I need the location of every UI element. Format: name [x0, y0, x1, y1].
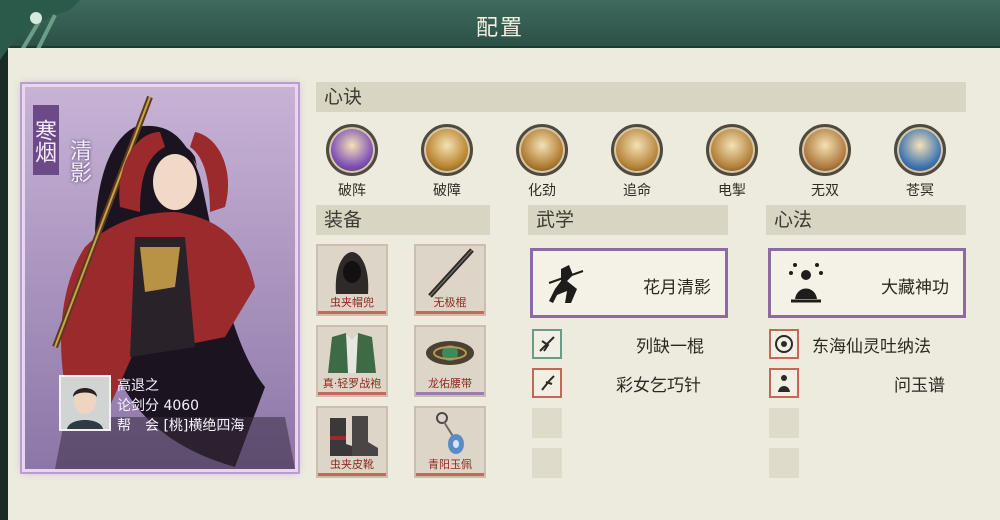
skill-label: 破障 — [433, 183, 461, 199]
wuxue-item-name[interactable]: 彩女乞巧针 — [616, 371, 701, 396]
wuxue-item-name[interactable]: 列缺一棍 — [636, 332, 704, 357]
section-header-xinfa: 心法 — [766, 205, 966, 235]
score-row: 论剑分 4060 — [117, 395, 199, 415]
robe-icon — [328, 333, 376, 373]
skill-label: 追命 — [623, 183, 651, 199]
figure-skill-icon — [778, 375, 790, 392]
xinfa-item-name[interactable]: 问玉谱 — [894, 371, 945, 396]
skill-label: 破阵 — [338, 183, 366, 199]
needle-skill-icon — [541, 375, 555, 391]
xinfa-empty-slot[interactable] — [769, 448, 799, 478]
xinfa-item-icon[interactable] — [769, 368, 799, 398]
title-bar: 配置 — [0, 0, 1000, 76]
lotus-icon — [775, 335, 793, 353]
section-header-wuxue: 武学 — [528, 205, 728, 235]
player-name: 高退之 — [117, 378, 159, 394]
hood-icon — [335, 252, 369, 294]
equip-slot-pendant[interactable]: 青阳玉佩 — [414, 406, 486, 478]
skill-slot[interactable]: 苍冥 — [888, 124, 952, 200]
skill-slot[interactable]: 破阵 — [320, 124, 384, 200]
avatar-icon — [61, 377, 109, 429]
skill-orb-icon — [516, 124, 568, 176]
guild-value: [桃]横绝四海 — [163, 418, 245, 434]
xinfa-main-name: 大藏神功 — [881, 278, 949, 298]
score-label: 论剑分 — [117, 398, 159, 414]
skill-orb-icon — [894, 124, 946, 176]
skill-orb-icon — [799, 124, 851, 176]
skill-label: 电掣 — [718, 183, 746, 199]
wuxue-item-icon[interactable] — [532, 368, 562, 398]
equip-slot-weapon[interactable]: 无极棍 — [414, 244, 486, 316]
score-value: 4060 — [163, 398, 200, 414]
section-header-equipment: 装备 — [316, 205, 490, 235]
avatar[interactable] — [59, 375, 111, 431]
martial-figure-icon — [548, 265, 584, 303]
wuxue-empty-slot[interactable] — [532, 448, 562, 478]
character-name-title: 寒烟 — [31, 105, 59, 175]
staff-icon — [428, 248, 474, 298]
skill-label: 无双 — [811, 183, 839, 199]
guild-row: 帮 会 [桃]横绝四海 — [117, 415, 244, 435]
player-info: 高退之 论剑分 4060 帮 会 [桃]横绝四海 — [59, 375, 289, 435]
equip-slot-robe[interactable]: 真·轻罗战袍 — [316, 325, 388, 397]
skill-slot[interactable]: 追命 — [605, 124, 669, 200]
equip-slot-boots[interactable]: 虫夹皮靴 — [316, 406, 388, 478]
character-card[interactable]: 寒烟 清影 高退之 论剑分 4060 帮 会 [桃]横绝四海 — [22, 84, 298, 472]
equip-label: 无极棍 — [433, 296, 467, 309]
wuxue-main-slot[interactable]: 花月清影 — [530, 248, 728, 318]
skill-slot[interactable]: 电掣 — [700, 124, 764, 200]
section-header-xinjue: 心诀 — [316, 82, 966, 112]
wuxue-item-icon[interactable] — [532, 329, 562, 359]
skill-orb-icon — [611, 124, 663, 176]
boots-icon — [330, 416, 378, 456]
skill-orb-icon — [326, 124, 378, 176]
equip-label: 虫夹皮靴 — [330, 458, 374, 471]
equip-label: 青阳玉佩 — [428, 458, 472, 471]
wuxue-main-name: 花月清影 — [643, 278, 711, 298]
xinfa-item-icon[interactable] — [769, 329, 799, 359]
skill-slot[interactable]: 无双 — [793, 124, 857, 200]
wuxue-empty-slot[interactable] — [532, 408, 562, 438]
skill-label: 苍冥 — [906, 183, 934, 199]
skill-slot[interactable]: 破障 — [415, 124, 479, 200]
staff-skill-icon — [539, 336, 555, 352]
xinfa-main-slot[interactable]: 大藏神功 — [768, 248, 966, 318]
equip-label: 龙佑腰带 — [428, 377, 472, 390]
skill-label: 化劲 — [528, 183, 556, 199]
equip-label: 虫夹帽兜 — [330, 296, 374, 309]
page-title: 配置 — [475, 16, 524, 41]
skill-orb-icon — [421, 124, 473, 176]
xinfa-empty-slot[interactable] — [769, 408, 799, 438]
xinfa-item-name[interactable]: 东海仙灵吐纳法 — [812, 332, 931, 357]
meditation-icon — [789, 263, 823, 303]
skill-orb-icon — [706, 124, 758, 176]
character-name-subtitle: 清影 — [66, 139, 91, 183]
equip-slot-hood[interactable]: 虫夹帽兜 — [316, 244, 388, 316]
skill-slot[interactable]: 化劲 — [510, 124, 574, 200]
equip-slot-belt[interactable]: 龙佑腰带 — [414, 325, 486, 397]
belt-icon — [426, 341, 474, 365]
equip-label: 真·轻罗战袍 — [322, 377, 382, 390]
guild-label: 帮 会 — [117, 418, 159, 434]
pendant-icon — [436, 412, 464, 454]
